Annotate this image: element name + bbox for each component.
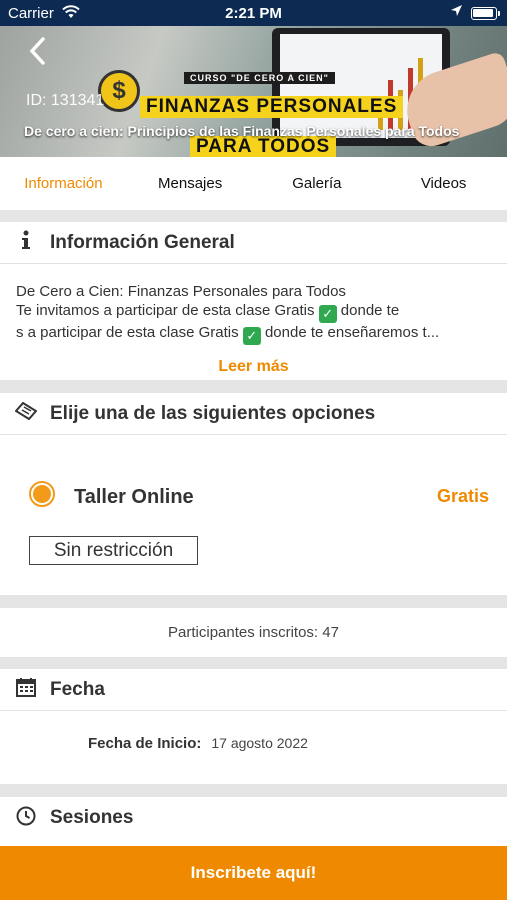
calendar-icon: [14, 677, 38, 702]
clock: 2:21 PM: [225, 5, 282, 22]
ticket-icon: [14, 401, 38, 425]
date-header: Fecha: [0, 669, 507, 711]
check-mark-icon: ✓: [318, 305, 337, 323]
battery-tip: [498, 11, 500, 16]
banner-title-line2: PARA TODOS: [190, 136, 337, 157]
sessions-header: Sesiones: [0, 797, 507, 839]
option-name: Taller Online: [74, 486, 194, 508]
radio-selected[interactable]: [29, 481, 55, 507]
options-header: Elije una de las siguientes opciones: [0, 393, 507, 435]
options-title: Elije una de las siguientes opciones: [50, 402, 376, 424]
dollar-coin-icon: $: [98, 70, 140, 112]
status-bar: Carrier 2:21 PM: [0, 0, 507, 26]
back-button[interactable]: [28, 36, 58, 72]
info-card: Información General De Cero a Cien: Fina…: [0, 222, 507, 380]
battery-icon: [471, 7, 497, 20]
info-title: Información General: [50, 231, 235, 253]
info-icon: [14, 230, 38, 255]
start-date-row: Fecha de Inicio: 17 agosto 2022: [88, 735, 308, 752]
tab-galeria[interactable]: Galería: [254, 157, 381, 210]
banner-title-line1: FINANZAS PERSONALES: [140, 96, 404, 118]
restriction-badge: Sin restricción: [29, 536, 198, 565]
description-line: De Cero a Cien: Finanzas Personales para…: [16, 283, 346, 300]
course-id: ID: 131341: [26, 92, 105, 109]
participants-count: Participantes inscritos: 47: [0, 608, 507, 657]
date-card: Fecha Fecha de Inicio: 17 agosto 2022: [0, 669, 507, 784]
sessions-card: Sesiones: [0, 797, 507, 846]
tab-mensajes[interactable]: Mensajes: [127, 157, 254, 210]
tab-bar: Información Mensajes Galería Videos: [0, 157, 507, 210]
description-line: Te invitamos a participar de esta clase …: [16, 302, 400, 323]
option-taller-online[interactable]: Taller Online Gratis: [0, 479, 507, 519]
check-mark-icon: ✓: [242, 327, 261, 345]
enroll-button[interactable]: Inscribete aquí!: [0, 846, 507, 900]
clock-icon: [14, 806, 38, 831]
description-line: s a participar de esta clase Gratis ✓ do…: [16, 324, 440, 345]
options-card: Elije una de las siguientes opciones Tal…: [0, 393, 507, 595]
location-icon: [451, 5, 462, 16]
hero-banner: $ CURSO "DE CERO A CIEN" FINANZAS PERSON…: [0, 26, 507, 157]
read-more-link[interactable]: Leer más: [0, 358, 507, 376]
sessions-title: Sesiones: [50, 807, 134, 828]
start-date-label: Fecha de Inicio:: [88, 735, 202, 752]
info-header: Información General: [0, 222, 507, 264]
tab-informacion[interactable]: Información: [0, 157, 127, 210]
date-title: Fecha: [50, 678, 105, 700]
course-title: De cero a cien: Principios de las Finanz…: [24, 123, 460, 139]
info-description: De Cero a Cien: Finanzas Personales para…: [0, 264, 507, 345]
start-date-value: 17 agosto 2022: [211, 735, 308, 751]
tab-videos[interactable]: Videos: [380, 157, 507, 210]
option-price: Gratis: [436, 486, 489, 506]
chevron-left-icon: [29, 37, 45, 65]
course-tag: CURSO "DE CERO A CIEN": [184, 72, 335, 84]
